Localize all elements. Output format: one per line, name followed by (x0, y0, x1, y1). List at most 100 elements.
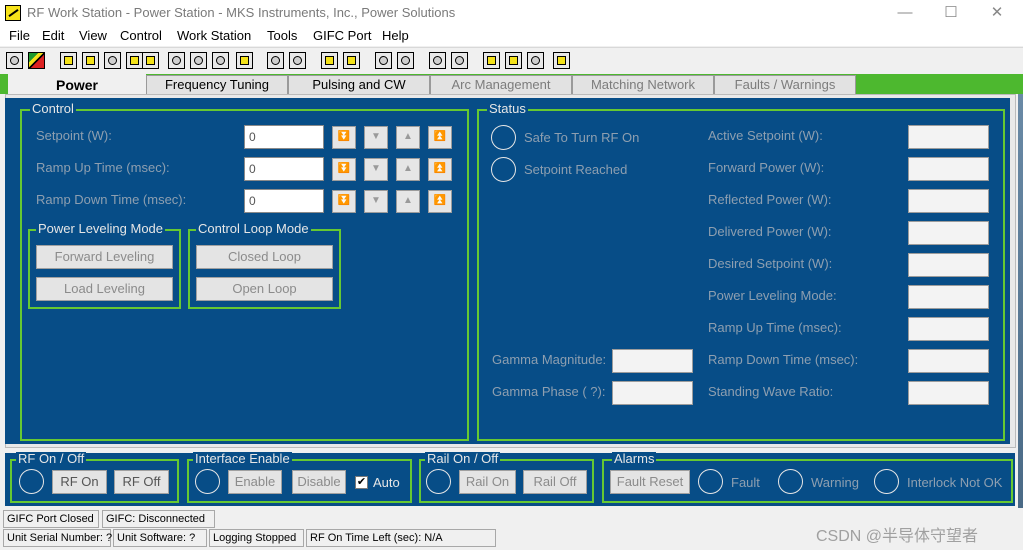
delivered-power-label: Delivered Power (W): (708, 224, 832, 239)
ramp-down-fast-down-button[interactable]: ⏬ (332, 190, 356, 213)
background-strip (1018, 94, 1023, 508)
ramp-down-label: Ramp Down Time (msec): (36, 192, 187, 207)
menu-help[interactable]: Help (382, 28, 409, 43)
tab-pulsing-cw[interactable]: Pulsing and CW (288, 75, 430, 95)
app-icon (5, 5, 21, 21)
power-panel: Control Setpoint (W): Ramp Up Time (msec… (5, 98, 1010, 444)
interlock-label: Interlock Not OK (907, 475, 1003, 490)
toolbar (0, 47, 1023, 73)
toolbar-list2-icon[interactable] (505, 52, 522, 69)
forward-leveling-button[interactable]: Forward Leveling (36, 245, 173, 269)
rf-on-indicator (19, 469, 44, 494)
ramp-down-up-button[interactable]: ▲ (396, 190, 420, 213)
reflected-power-value (908, 189, 989, 213)
fault-reset-button[interactable]: Fault Reset (610, 470, 690, 494)
maximize-button[interactable]: ☐ (936, 3, 966, 23)
toolbar-connect-icon[interactable] (6, 52, 23, 69)
menu-work-station[interactable]: Work Station (177, 28, 251, 43)
toolbar-circle3-icon[interactable] (212, 52, 229, 69)
rail-indicator (426, 469, 451, 494)
setpoint-fast-up-button[interactable]: ⏫ (428, 126, 452, 149)
rail-on-button[interactable]: Rail On (459, 470, 516, 494)
load-leveling-button[interactable]: Load Leveling (36, 277, 173, 301)
toolbar-gear2-icon[interactable] (451, 52, 468, 69)
toolbar-chart-icon[interactable] (267, 52, 284, 69)
auto-checkbox[interactable]: ✔ (355, 476, 368, 489)
toolbar-copy-icon[interactable] (289, 52, 306, 69)
open-loop-button[interactable]: Open Loop (196, 277, 333, 301)
tab-matching-network[interactable]: Matching Network (572, 75, 714, 95)
reflected-power-label: Reflected Power (W): (708, 192, 832, 207)
safe-rf-indicator (491, 125, 516, 150)
fault-label: Fault (731, 475, 760, 490)
setpoint-up-button[interactable]: ▲ (396, 126, 420, 149)
window-title: RF Work Station - Power Station - MKS In… (27, 5, 456, 20)
ramp-up-up-button[interactable]: ▲ (396, 158, 420, 181)
power-leveling-legend: Power Leveling Mode (36, 221, 166, 236)
ramp-up-fast-down-button[interactable]: ⏬ (332, 158, 356, 181)
delivered-power-value (908, 221, 989, 245)
power-leveling-mode-value (908, 285, 989, 309)
toolbar-doc-icon[interactable] (527, 52, 544, 69)
toolbar-circle2-icon[interactable] (190, 52, 207, 69)
setpoint-reached-label: Setpoint Reached (524, 162, 628, 177)
menu-bar: File Edit View Control Work Station Tool… (0, 26, 1023, 46)
tab-frequency-tuning[interactable]: Frequency Tuning (146, 75, 288, 95)
status-ramp-up-value (908, 317, 989, 341)
app-window: RF Work Station - Power Station - MKS In… (0, 0, 1023, 550)
toolbar-pencil-icon[interactable] (142, 52, 159, 69)
interlock-indicator (874, 469, 899, 494)
toolbar-rf-icon[interactable] (104, 52, 121, 69)
rail-off-button[interactable]: Rail Off (523, 470, 587, 494)
setpoint-down-button[interactable]: ▼ (364, 126, 388, 149)
toolbar-gear-icon[interactable] (429, 52, 446, 69)
bottom-panel: RF On / Off RF On RF Off Interface Enabl… (5, 451, 1015, 506)
safe-rf-label: Safe To Turn RF On (524, 130, 640, 145)
toolbar-matrix2-icon[interactable] (343, 52, 360, 69)
disable-button[interactable]: Disable (292, 470, 346, 494)
menu-tools[interactable]: Tools (267, 28, 297, 43)
setpoint-fast-down-button[interactable]: ⏬ (332, 126, 356, 149)
toolbar-matrix-icon[interactable] (321, 52, 338, 69)
toolbar-window2-icon[interactable] (397, 52, 414, 69)
closed-loop-button[interactable]: Closed Loop (196, 245, 333, 269)
enable-button[interactable]: Enable (228, 470, 282, 494)
status-legend: Status (487, 101, 528, 116)
gamma-magnitude-value (612, 349, 693, 373)
menu-gifc-port[interactable]: GIFC Port (313, 28, 372, 43)
menu-edit[interactable]: Edit (42, 28, 64, 43)
ramp-up-label: Ramp Up Time (msec): (36, 160, 170, 175)
toolbar-station-icon[interactable] (28, 52, 45, 69)
toolbar-window1-icon[interactable] (375, 52, 392, 69)
interface-enable-legend: Interface Enable (193, 451, 292, 466)
toolbar-list-icon[interactable] (483, 52, 500, 69)
toolbar-doc2-icon[interactable] (553, 52, 570, 69)
rf-on-button[interactable]: RF On (52, 470, 107, 494)
toolbar-chip-icon[interactable] (236, 52, 253, 69)
setpoint-input[interactable]: 0 (244, 125, 324, 149)
ramp-down-input[interactable]: 0 (244, 189, 324, 213)
minimize-button[interactable]: — (890, 3, 920, 23)
tab-faults-warnings[interactable]: Faults / Warnings (714, 75, 856, 95)
menu-file[interactable]: File (9, 28, 30, 43)
close-button[interactable]: ✕ (982, 3, 1012, 23)
tab-power[interactable]: Power (8, 74, 146, 96)
rf-off-button[interactable]: RF Off (114, 470, 169, 494)
toolbar-circle1-icon[interactable] (168, 52, 185, 69)
ramp-down-down-button[interactable]: ▼ (364, 190, 388, 213)
menu-view[interactable]: View (79, 28, 107, 43)
ramp-down-fast-up-button[interactable]: ⏫ (428, 190, 452, 213)
ramp-up-down-button[interactable]: ▼ (364, 158, 388, 181)
warning-label: Warning (811, 475, 859, 490)
ramp-up-input[interactable]: 0 (244, 157, 324, 181)
ramp-up-fast-up-button[interactable]: ⏫ (428, 158, 452, 181)
fault-indicator (698, 469, 723, 494)
unit-software-status: Unit Software: ? (113, 529, 207, 547)
tab-arc-management[interactable]: Arc Management (430, 75, 572, 95)
menu-control[interactable]: Control (120, 28, 162, 43)
toolbar-grid-icon[interactable] (60, 52, 77, 69)
desired-setpoint-value (908, 253, 989, 277)
standing-wave-ratio-label: Standing Wave Ratio: (708, 384, 834, 399)
toolbar-settings-icon[interactable] (126, 52, 143, 69)
toolbar-grid2-icon[interactable] (82, 52, 99, 69)
